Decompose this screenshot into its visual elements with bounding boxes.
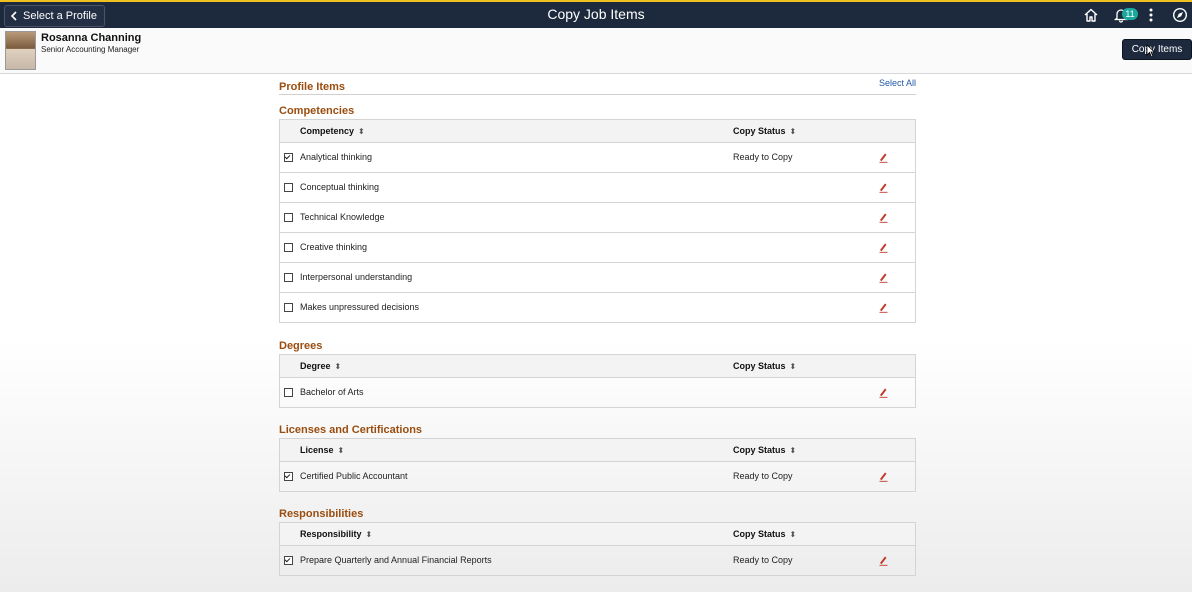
item-label: Creative thinking [300,242,368,252]
items-grid: Degree ⬍ Copy Status ⬍ Bachelor of Arts [279,354,916,408]
table-row: Creative thinking [280,233,915,263]
sort-icon: ⬍ [789,530,797,539]
grid-header: Degree ⬍ Copy Status ⬍ [280,354,915,378]
copy-status: Ready to Copy [733,555,793,565]
mouse-cursor-icon [1146,44,1156,58]
item-label: Makes unpressured decisions [300,302,420,312]
table-row: Makes unpressured decisions [280,293,915,322]
row-checkbox[interactable] [284,153,293,162]
column-header-label: Degree [300,361,331,371]
profile-items-panel: Profile Items Select All Competencies Com… [279,78,916,576]
items-grid: License ⬍ Copy Status ⬍ Certified Public Acc… [279,438,916,492]
edit-icon[interactable] [879,182,888,193]
edit-icon[interactable] [879,152,888,163]
section-license: Licenses and Certifications License ⬍ Copy … [279,424,916,492]
edit-icon[interactable] [879,272,888,283]
home-icon[interactable] [1083,7,1099,23]
column-header-label: Copy Status [733,445,786,455]
column-header-name[interactable]: License ⬍ [300,445,344,455]
section-degree: Degrees Degree ⬍ Copy Status ⬍ Bachelor of Ar… [279,340,916,408]
sort-icon: ⬍ [789,446,797,455]
section-competency: Competencies Competency ⬍ Copy Status ⬍ Analy… [279,105,916,323]
grid-header: License ⬍ Copy Status ⬍ [280,438,915,462]
select-all-link[interactable]: Select All [879,78,916,88]
column-header-copy-status[interactable]: Copy Status ⬍ [733,361,796,371]
items-grid: Competency ⬍ Copy Status ⬍ Analytical thinki… [279,119,916,323]
sort-icon: ⬍ [334,362,342,371]
sections-container: Competencies Competency ⬍ Copy Status ⬍ Analy… [279,105,916,576]
section-title: Responsibilities [279,508,364,520]
row-checkbox[interactable] [284,472,293,481]
row-checkbox[interactable] [284,556,293,565]
column-header-name[interactable]: Degree ⬍ [300,361,341,371]
items-grid: Responsibility ⬍ Copy Status ⬍ Prepare Quart… [279,522,916,576]
table-row: Conceptual thinking [280,173,915,203]
section-responsibility: Responsibilities Responsibility ⬍ Copy Stat… [279,508,916,576]
page-title: Copy Job Items [547,6,645,22]
item-label: Analytical thinking [300,152,373,162]
sort-icon: ⬍ [789,362,797,371]
sort-icon: ⬍ [337,446,345,455]
column-header-label: License [300,445,334,455]
avatar [5,31,36,70]
section-title: Competencies [279,105,355,117]
edit-icon[interactable] [879,555,888,566]
item-label: Conceptual thinking [300,182,380,192]
copy-items-button[interactable]: Copy Items [1122,39,1192,60]
edit-icon[interactable] [879,471,888,482]
section-title: Degrees [279,340,323,352]
row-checkbox[interactable] [284,388,293,397]
copy-status: Ready to Copy [733,152,793,162]
edit-icon[interactable] [879,387,888,398]
column-header-copy-status[interactable]: Copy Status ⬍ [733,529,796,539]
row-checkbox[interactable] [284,303,293,312]
section-title: Licenses and Certifications [279,424,423,436]
column-header-name[interactable]: Competency ⬍ [300,126,365,136]
sort-icon: ⬍ [789,127,797,136]
table-row: Bachelor of Arts [280,378,915,407]
table-row: Analytical thinking Ready to Copy [280,143,915,173]
column-header-label: Copy Status [733,529,786,539]
edit-icon[interactable] [879,302,888,313]
copy-status: Ready to Copy [733,471,793,481]
item-label: Technical Knowledge [300,212,385,222]
row-checkbox[interactable] [284,213,293,222]
item-label: Interpersonal understanding [300,272,413,282]
column-header-copy-status[interactable]: Copy Status ⬍ [733,445,796,455]
column-header-label: Responsibility [300,529,362,539]
table-row: Technical Knowledge [280,203,915,233]
column-header-name[interactable]: Responsibility ⬍ [300,529,372,539]
edit-icon[interactable] [879,212,888,223]
column-header-copy-status[interactable]: Copy Status ⬍ [733,126,796,136]
profile-bar: Rosanna Channing Senior Accounting Manag… [0,28,1192,74]
item-label: Certified Public Accountant [300,471,408,481]
table-row: Interpersonal understanding [280,263,915,293]
top-banner: Select a Profile Copy Job Items 11 [0,0,1192,28]
more-icon[interactable] [1143,7,1159,23]
row-checkbox[interactable] [284,243,293,252]
column-header-label: Competency [300,126,355,136]
person-title: Senior Accounting Manager [41,45,140,54]
table-row: Prepare Quarterly and Annual Financial R… [280,546,915,575]
column-header-label: Copy Status [733,361,786,371]
sort-icon: ⬍ [365,530,373,539]
grid-header: Competency ⬍ Copy Status ⬍ [280,119,915,143]
profile-items-title: Profile Items [279,81,346,93]
item-label: Bachelor of Arts [300,387,364,397]
grid-header: Responsibility ⬍ Copy Status ⬍ [280,522,915,546]
row-checkbox[interactable] [284,273,293,282]
notification-badge: 11 [1122,8,1138,20]
compass-icon[interactable] [1172,7,1188,23]
column-header-label: Copy Status [733,126,786,136]
edit-icon[interactable] [879,242,888,253]
row-checkbox[interactable] [284,183,293,192]
table-row: Certified Public Accountant Ready to Copy [280,462,915,491]
item-label: Prepare Quarterly and Annual Financial R… [300,555,492,565]
profile-items-header: Profile Items Select All [279,78,916,95]
person-name: Rosanna Channing [41,32,142,44]
sort-icon: ⬍ [358,127,365,136]
